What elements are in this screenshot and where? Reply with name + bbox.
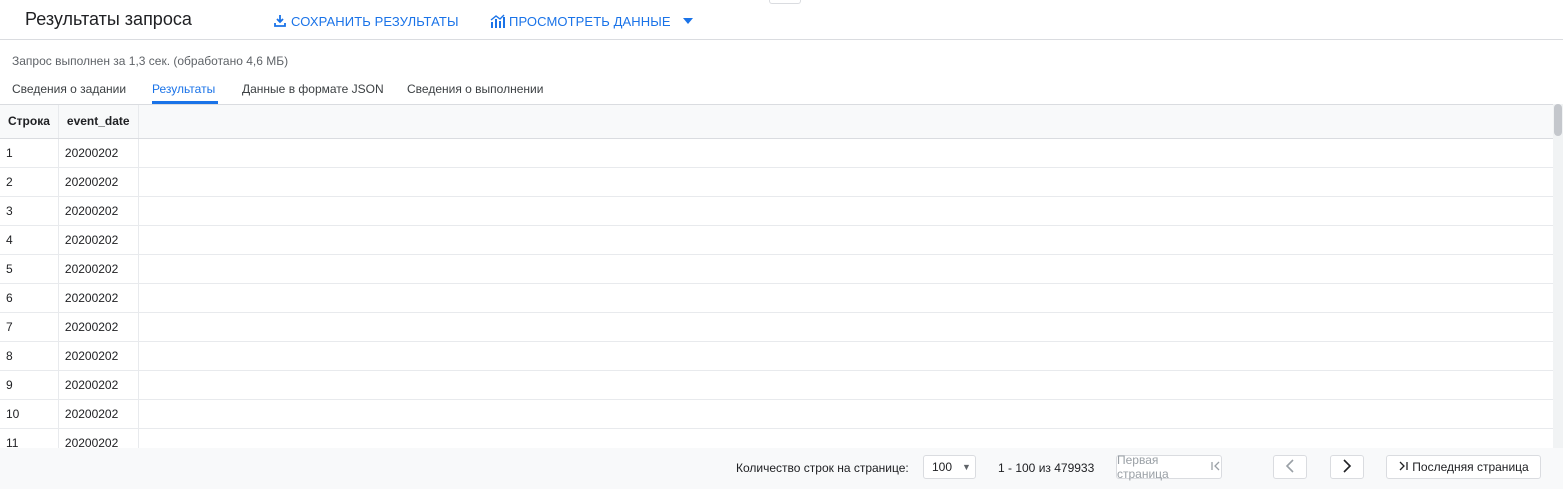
save-results-button[interactable]: СОХРАНИТЬ РЕЗУЛЬТАТЫ <box>272 12 459 30</box>
view-data-label: ПРОСМОТРЕТЬ ДАННЫЕ <box>509 13 671 29</box>
first-page-label: Первая страница <box>1117 453 1169 481</box>
caret-down-icon: ▼ <box>962 462 971 472</box>
page-range: 1 - 100 из 479933 <box>998 461 1095 475</box>
rows-per-page-label: Количество строк на странице: <box>736 461 909 475</box>
chevron-left-icon <box>1285 458 1295 476</box>
column-header-row: Строка <box>0 105 59 139</box>
page-title: Результаты запроса <box>25 9 192 29</box>
table-row: 11 20200202 <box>0 428 1553 448</box>
table-row: 10 20200202 <box>0 399 1553 429</box>
page-size-select[interactable]: 100 ▼ <box>923 455 976 479</box>
row-filler <box>138 370 1553 400</box>
row-number: 1 <box>0 138 59 168</box>
table-row: 1 20200202 <box>0 138 1553 168</box>
pagination-bar: Количество строк на странице: 100 ▼ 1 - … <box>0 448 1563 489</box>
tab-job-info[interactable]: Сведения о задании <box>12 82 126 96</box>
query-status: Запрос выполнен за 1,3 сек. (обработано … <box>12 54 289 68</box>
table-row: 3 20200202 <box>0 196 1553 226</box>
table-row: 7 20200202 <box>0 312 1553 342</box>
event-date-cell: 20200202 <box>58 312 139 342</box>
page-size-value: 100 <box>932 460 953 474</box>
row-number: 10 <box>0 399 59 429</box>
row-number: 11 <box>0 428 59 448</box>
last-page-button[interactable]: Последняя страница <box>1386 455 1541 479</box>
table-header-row: Строка event_date <box>0 105 1553 139</box>
row-filler <box>138 254 1553 284</box>
results-header: Результаты запроса СОХРАНИТЬ РЕЗУЛЬТАТЫ … <box>0 0 1563 40</box>
results-tabs: Сведения о задании Результаты Данные в ф… <box>0 76 1563 104</box>
event-date-cell: 20200202 <box>58 138 139 168</box>
row-number: 9 <box>0 370 59 400</box>
table-row: 4 20200202 <box>0 225 1553 255</box>
first-page-button[interactable]: Первая страница <box>1116 453 1222 481</box>
event-date-cell: 20200202 <box>58 283 139 313</box>
event-date-cell: 20200202 <box>58 399 139 429</box>
table-row: 5 20200202 <box>0 254 1553 284</box>
row-filler <box>138 312 1553 342</box>
panel-resize-handle[interactable] <box>769 0 801 4</box>
event-date-cell: 20200202 <box>58 428 139 448</box>
row-filler <box>138 341 1553 371</box>
save-results-label: СОХРАНИТЬ РЕЗУЛЬТАТЫ <box>291 13 459 29</box>
row-number: 3 <box>0 196 59 226</box>
row-number: 8 <box>0 341 59 371</box>
row-filler <box>138 283 1553 313</box>
row-number: 6 <box>0 283 59 313</box>
table-row: 8 20200202 <box>0 341 1553 371</box>
event-date-cell: 20200202 <box>58 167 139 197</box>
tab-results[interactable]: Результаты <box>152 82 215 96</box>
chart-icon <box>490 14 505 29</box>
table-row: 6 20200202 <box>0 283 1553 313</box>
row-filler <box>138 138 1553 168</box>
row-filler <box>138 225 1553 255</box>
event-date-cell: 20200202 <box>58 196 139 226</box>
next-page-button[interactable] <box>1330 455 1364 479</box>
column-header-filler <box>138 105 1553 139</box>
previous-page-button[interactable] <box>1273 455 1307 479</box>
row-filler <box>138 196 1553 226</box>
first-page-icon <box>1211 460 1221 474</box>
vertical-scrollbar[interactable] <box>1553 104 1563 448</box>
row-filler <box>138 399 1553 429</box>
row-number: 5 <box>0 254 59 284</box>
last-page-label: Последняя страница <box>1412 460 1529 474</box>
results-table: Строка event_date 1 20200202 2 20200202 32… <box>0 104 1553 448</box>
event-date-cell: 20200202 <box>58 225 139 255</box>
scrollbar-thumb[interactable] <box>1554 104 1562 136</box>
chevron-right-icon <box>1342 458 1352 476</box>
column-header-event-date: event_date <box>58 105 139 139</box>
row-filler <box>138 428 1553 448</box>
caret-down-icon <box>681 14 696 29</box>
event-date-cell: 20200202 <box>58 341 139 371</box>
table-row: 2 20200202 <box>0 167 1553 197</box>
query-results-panel: Результаты запроса СОХРАНИТЬ РЕЗУЛЬТАТЫ … <box>0 0 1563 489</box>
row-number: 7 <box>0 312 59 342</box>
row-number: 2 <box>0 167 59 197</box>
tab-execution-details[interactable]: Сведения о выполнении <box>407 82 543 96</box>
download-icon <box>272 14 287 29</box>
table-row: 9 20200202 <box>0 370 1553 400</box>
event-date-cell: 20200202 <box>58 254 139 284</box>
tab-json[interactable]: Данные в формате JSON <box>242 82 384 96</box>
row-number: 4 <box>0 225 59 255</box>
row-filler <box>138 167 1553 197</box>
view-data-button[interactable]: ПРОСМОТРЕТЬ ДАННЫЕ <box>490 12 696 30</box>
last-page-icon <box>1398 460 1408 474</box>
event-date-cell: 20200202 <box>58 370 139 400</box>
